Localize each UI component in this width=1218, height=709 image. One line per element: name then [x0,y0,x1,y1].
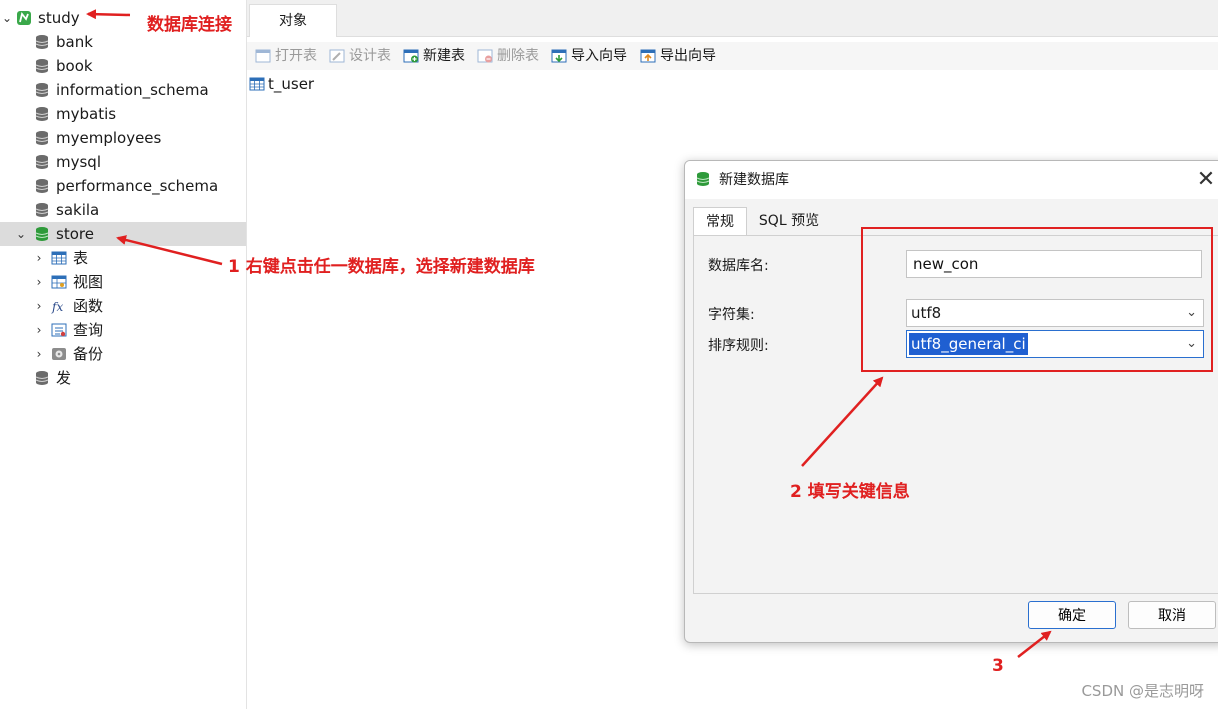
tree-label: book [56,57,93,75]
annotation-step1: 1 右键点击任一数据库，选择新建数据库 [228,257,535,277]
design-table-icon [329,49,345,63]
chevron-down-icon: ⌄ [1186,336,1197,351]
database-new-icon [696,172,710,186]
tree-db-store[interactable]: ⌄ store [0,222,246,246]
table-icon [51,251,67,265]
chevron-down-icon[interactable]: ⌄ [0,6,14,30]
connection-icon [17,11,31,25]
database-icon [35,83,49,97]
tree-label: performance_schema [56,177,219,195]
database-icon [35,155,49,169]
tree-db-mysql[interactable]: mysql [0,150,246,174]
tree-db-sakila[interactable]: sakila [0,198,246,222]
tree-db-information_schema[interactable]: information_schema [0,78,246,102]
tree-label: bank [56,33,93,51]
chevron-right-icon[interactable]: › [32,270,46,294]
tree-label: 视图 [73,273,104,291]
function-icon: fx [51,300,63,314]
database-open-icon [35,227,49,241]
charset-select[interactable]: utf8 ⌄ [906,299,1204,327]
chevron-right-icon[interactable]: › [32,294,46,318]
general-panel: 数据库名: 字符集: utf8 ⌄ 排序规则: utf8_general_ci … [693,235,1218,594]
tab-sql-preview[interactable]: SQL 预览 [749,207,829,235]
tree-node-view[interactable]: › 视图 [0,270,246,294]
database-icon [35,59,49,73]
tree-node-query[interactable]: › 查询 [0,318,246,342]
chevron-right-icon[interactable]: › [32,246,46,270]
query-icon [51,323,67,337]
database-icon [35,203,49,217]
toolbar-label: 设计表 [349,48,391,64]
database-icon [35,35,49,49]
tree-node-function[interactable]: › fx 函数 [0,294,246,318]
database-icon [35,371,49,385]
tab-bar: 对象 [247,0,1218,37]
tree-node-backup[interactable]: › 备份 [0,342,246,366]
tree-db-last[interactable]: 发 [0,366,246,390]
toolbar-label: 删除表 [497,48,539,64]
tree-label: 表 [73,249,89,267]
tree-node-table[interactable]: › 表 [0,246,246,270]
import-wizard-icon [551,49,567,63]
object-toolbar: 打开表 设计表 新建表 删除表 导入向导 导出向导 [247,42,1218,70]
tree-label: study [38,9,80,27]
database-name-label: 数据库名: [708,258,769,274]
chevron-down-icon: ⌄ [1186,305,1197,320]
tree-db-mybatis[interactable]: mybatis [0,102,246,126]
tree-label: 备份 [73,345,104,363]
chevron-down-icon[interactable]: ⌄ [14,222,28,246]
tree-db-myemployees[interactable]: myemployees [0,126,246,150]
dialog-tabs: 常规 SQL 预览 [693,207,1218,236]
tab-general[interactable]: 常规 [693,207,747,236]
dialog-title: 新建数据库 [719,172,789,188]
tree-label: 发 [56,369,72,387]
annotation-step2: 2 填写关键信息 [790,482,910,502]
delete-table-icon [477,49,493,63]
tab-objects[interactable]: 对象 [249,4,337,37]
backup-icon [52,348,66,360]
open-table-icon [255,49,271,63]
tree-label: myemployees [56,129,162,147]
watermark: CSDN @是志明呀 [1081,682,1204,700]
collation-value: utf8_general_ci [909,333,1028,355]
close-icon[interactable]: ✕ [1193,167,1218,193]
tree-label: store [56,225,94,243]
toolbar-label: 导入向导 [571,48,627,64]
tree-label: information_schema [56,81,209,99]
collation-label: 排序规则: [708,338,769,354]
annotation-step3: 3 [992,656,1004,676]
chevron-right-icon[interactable]: › [32,342,46,366]
charset-value: utf8 [911,304,942,322]
tree-label: 查询 [73,321,104,339]
export-wizard-icon [640,49,656,63]
new-database-dialog: 新建数据库 ✕ 常规 SQL 预览 数据库名: 字符集: utf8 ⌄ 排序规则… [684,160,1218,643]
tree-label: mybatis [56,105,117,123]
tree-label: mysql [56,153,101,171]
cancel-button[interactable]: 取消 [1128,601,1216,629]
table-icon [249,77,265,91]
tree-db-book[interactable]: book [0,54,246,78]
database-icon [35,179,49,193]
svg-text:fx: fx [51,300,63,314]
tree-db-performance_schema[interactable]: performance_schema [0,174,246,198]
tree-label: 函数 [73,297,104,315]
database-icon [35,131,49,145]
tree-label: sakila [56,201,100,219]
toolbar-label: 新建表 [423,48,465,64]
chevron-right-icon[interactable]: › [32,318,46,342]
database-icon [35,107,49,121]
dialog-titlebar: 新建数据库 ✕ [685,161,1218,199]
navigation-tree: ⌄ study bank book information_schemamybati… [0,0,247,709]
toolbar-label: 打开表 [275,48,317,64]
charset-label: 字符集: [708,307,755,323]
new-table-icon [403,49,419,63]
view-icon [51,275,67,289]
collation-select[interactable]: utf8_general_ci ⌄ [906,330,1204,358]
ok-button[interactable]: 确定 [1028,601,1116,629]
toolbar-label: 导出向导 [660,48,716,64]
annotation-connection: 数据库连接 [147,15,232,35]
database-name-input[interactable] [906,250,1202,278]
table-name: t_user [268,75,315,93]
